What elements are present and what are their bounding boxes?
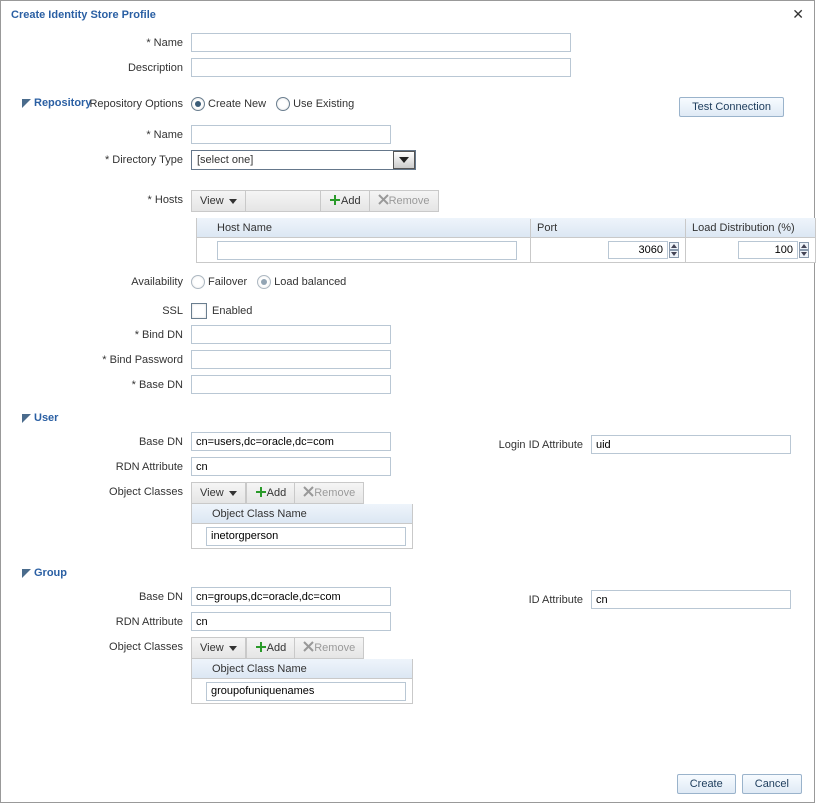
- group-oc-label: Object Classes: [16, 637, 191, 653]
- cancel-button[interactable]: Cancel: [742, 774, 802, 794]
- user-oc-toolbar: View: [191, 482, 247, 504]
- user-base-dn-input[interactable]: [191, 432, 391, 451]
- host-name-input[interactable]: [217, 241, 517, 260]
- load-balanced-radio[interactable]: [257, 275, 271, 289]
- repo-name-input[interactable]: [191, 125, 391, 144]
- create-button[interactable]: Create: [677, 774, 736, 794]
- user-rdn-input[interactable]: [191, 457, 391, 476]
- hosts-view-menu[interactable]: View: [192, 191, 246, 211]
- x-icon: [378, 194, 389, 208]
- table-row[interactable]: [192, 524, 412, 548]
- login-id-label: Login ID Attribute: [481, 439, 591, 451]
- spin-up-icon[interactable]: [799, 242, 809, 250]
- user-oc-label: Object Classes: [16, 482, 191, 498]
- chevron-down-icon: [393, 151, 415, 169]
- user-base-dn-label: Base DN: [16, 436, 191, 448]
- user-oc-input[interactable]: [206, 527, 406, 546]
- collapse-icon[interactable]: [22, 99, 31, 108]
- chevron-down-icon: [229, 199, 237, 204]
- bind-dn-input[interactable]: [191, 325, 391, 344]
- ssl-checkbox[interactable]: [191, 303, 207, 319]
- description-input[interactable]: [191, 58, 571, 77]
- dir-type-value: [select one]: [197, 154, 253, 166]
- dialog-title: Create Identity Store Profile: [11, 9, 156, 21]
- bind-pw-label: Bind Password: [16, 354, 191, 366]
- description-label: Description: [16, 62, 191, 74]
- spin-down-icon[interactable]: [669, 250, 679, 258]
- hosts-add-button[interactable]: Add: [321, 191, 370, 211]
- th-group-oc: Object Class Name: [206, 660, 412, 678]
- bind-pw-input[interactable]: [191, 350, 391, 369]
- ssl-label: SSL: [16, 305, 191, 317]
- repo-options-label: Repository Options: [86, 98, 191, 110]
- plus-icon: [255, 641, 267, 656]
- group-oc-toolbar: View: [191, 637, 247, 659]
- name-label: Name: [16, 37, 191, 49]
- user-rdn-label: RDN Attribute: [16, 461, 191, 473]
- th-load: Load Distribution (%): [686, 219, 815, 237]
- x-icon: [303, 486, 314, 500]
- plus-icon: [329, 194, 341, 209]
- use-existing-label: Use Existing: [293, 98, 354, 110]
- group-id-attr-input[interactable]: [591, 590, 791, 609]
- bind-dn-label: Bind DN: [16, 329, 191, 341]
- plus-icon: [255, 486, 267, 501]
- table-row[interactable]: [197, 238, 815, 262]
- test-connection-button[interactable]: Test Connection: [679, 97, 784, 117]
- repository-section-title: Repository: [34, 97, 91, 109]
- dir-type-select[interactable]: [select one]: [191, 150, 416, 170]
- name-input[interactable]: [191, 33, 571, 52]
- base-dn-input[interactable]: [191, 375, 391, 394]
- user-oc-remove-button[interactable]: Remove: [295, 483, 363, 503]
- user-oc-view-menu[interactable]: View: [192, 483, 246, 503]
- collapse-icon[interactable]: [22, 414, 31, 423]
- chevron-down-icon: [229, 491, 237, 496]
- user-section-title: User: [34, 412, 58, 424]
- ssl-enabled-label: Enabled: [212, 305, 252, 317]
- group-oc-view-menu[interactable]: View: [192, 638, 246, 658]
- user-oc-table: Object Class Name: [191, 504, 413, 549]
- title-bar: Create Identity Store Profile ✕: [1, 1, 814, 27]
- hosts-toolbar: View: [191, 190, 321, 212]
- create-new-label: Create New: [208, 98, 266, 110]
- failover-radio[interactable]: [191, 275, 205, 289]
- login-id-input[interactable]: [591, 435, 791, 454]
- group-base-dn-label: Base DN: [16, 591, 191, 603]
- table-row[interactable]: [192, 679, 412, 703]
- spin-down-icon[interactable]: [799, 250, 809, 258]
- group-base-dn-input[interactable]: [191, 587, 391, 606]
- repo-name-label: Name: [16, 129, 191, 141]
- group-rdn-input[interactable]: [191, 612, 391, 631]
- create-new-radio[interactable]: [191, 97, 205, 111]
- port-spinner[interactable]: [608, 241, 679, 259]
- user-oc-add-button[interactable]: Add: [247, 483, 296, 503]
- chevron-down-icon: [229, 646, 237, 651]
- group-rdn-label: RDN Attribute: [16, 616, 191, 628]
- use-existing-radio[interactable]: [276, 97, 290, 111]
- availability-label: Availability: [16, 276, 191, 288]
- load-balanced-label: Load balanced: [274, 276, 346, 288]
- collapse-icon[interactable]: [22, 569, 31, 578]
- hosts-remove-button[interactable]: Remove: [370, 191, 438, 211]
- group-oc-add-button[interactable]: Add: [247, 638, 296, 658]
- load-spinner[interactable]: [738, 241, 809, 259]
- x-icon: [303, 641, 314, 655]
- hosts-label: Hosts: [16, 190, 191, 206]
- dir-type-label: Directory Type: [16, 154, 191, 166]
- th-host-name: Host Name: [211, 219, 531, 237]
- th-user-oc: Object Class Name: [206, 505, 412, 523]
- th-port: Port: [531, 219, 686, 237]
- hosts-table: Host Name Port Load Distribution (%): [196, 218, 816, 263]
- group-oc-remove-button[interactable]: Remove: [295, 638, 363, 658]
- base-dn-label: Base DN: [16, 379, 191, 391]
- close-icon[interactable]: ✕: [792, 6, 804, 23]
- group-oc-table: Object Class Name: [191, 659, 413, 704]
- group-id-attr-label: ID Attribute: [481, 594, 591, 606]
- dialog: Create Identity Store Profile ✕ Name Des…: [0, 0, 815, 803]
- spin-up-icon[interactable]: [669, 242, 679, 250]
- group-oc-input[interactable]: [206, 682, 406, 701]
- failover-label: Failover: [208, 276, 247, 288]
- group-section-title: Group: [34, 567, 67, 579]
